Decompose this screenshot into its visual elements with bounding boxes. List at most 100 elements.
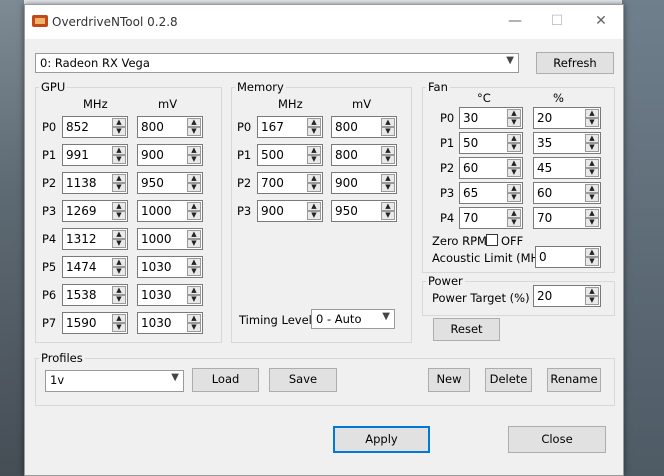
fan-percent-stepper[interactable]: 45 ▲ ▼: [533, 157, 601, 179]
fan-percent-stepper[interactable]: 35 ▲ ▼: [533, 132, 601, 154]
fan-percent-stepper[interactable]: 70 ▲ ▼: [533, 207, 601, 229]
spin-up-icon[interactable]: ▲: [187, 314, 201, 323]
gpu-mhz-stepper[interactable]: 991 ▲ ▼: [62, 144, 128, 166]
memory-mv-stepper[interactable]: 800 ▲ ▼: [331, 116, 397, 138]
gpu-mhz-stepper[interactable]: 852 ▲ ▼: [62, 116, 128, 138]
spin-down-icon[interactable]: ▼: [307, 183, 321, 192]
fan-temp-stepper[interactable]: 60 ▲ ▼: [459, 157, 523, 179]
gpu-mhz-stepper[interactable]: 1138 ▲ ▼: [62, 172, 128, 194]
spin-up-icon[interactable]: ▲: [307, 202, 321, 211]
gpu-mv-stepper[interactable]: 1000 ▲ ▼: [137, 228, 203, 250]
spin-up-icon[interactable]: ▲: [112, 286, 126, 295]
spin-up-icon[interactable]: ▲: [112, 202, 126, 211]
fan-temp-stepper[interactable]: 65 ▲ ▼: [459, 182, 523, 204]
power-target-stepper[interactable]: 20 ▲ ▼: [533, 285, 601, 307]
spin-up-icon[interactable]: ▲: [381, 202, 395, 211]
memory-mv-stepper[interactable]: 900 ▲ ▼: [331, 172, 397, 194]
gpu-mv-stepper[interactable]: 1000 ▲ ▼: [137, 200, 203, 222]
memory-mhz-stepper[interactable]: 500 ▲ ▼: [257, 144, 323, 166]
spin-up-icon[interactable]: ▲: [187, 202, 201, 211]
spin-up-icon[interactable]: ▲: [112, 230, 126, 239]
apply-button[interactable]: Apply: [333, 426, 430, 453]
spin-down-icon[interactable]: ▼: [187, 295, 201, 304]
device-select[interactable]: 0: Radeon RX Vega ▼: [35, 53, 519, 73]
spin-down-icon[interactable]: ▼: [187, 323, 201, 332]
gpu-mv-stepper[interactable]: 900 ▲ ▼: [137, 144, 203, 166]
spin-up-icon[interactable]: ▲: [187, 118, 201, 127]
spin-down-icon[interactable]: ▼: [187, 267, 201, 276]
spin-up-icon[interactable]: ▲: [507, 184, 521, 193]
spin-up-icon[interactable]: ▲: [112, 118, 126, 127]
spin-down-icon[interactable]: ▼: [507, 118, 521, 127]
spin-down-icon[interactable]: ▼: [381, 183, 395, 192]
close-button[interactable]: Close: [508, 426, 606, 453]
memory-mv-stepper[interactable]: 800 ▲ ▼: [331, 144, 397, 166]
spin-down-icon[interactable]: ▼: [187, 155, 201, 164]
spin-down-icon[interactable]: ▼: [585, 296, 599, 305]
spin-up-icon[interactable]: ▲: [307, 174, 321, 183]
memory-mhz-stepper[interactable]: 900 ▲ ▼: [257, 200, 323, 222]
spin-up-icon[interactable]: ▲: [507, 159, 521, 168]
spin-up-icon[interactable]: ▲: [187, 286, 201, 295]
spin-down-icon[interactable]: ▼: [112, 183, 126, 192]
spin-up-icon[interactable]: ▲: [507, 209, 521, 218]
spin-down-icon[interactable]: ▼: [112, 155, 126, 164]
spin-up-icon[interactable]: ▲: [507, 109, 521, 118]
gpu-mhz-stepper[interactable]: 1590 ▲ ▼: [62, 312, 128, 334]
spin-up-icon[interactable]: ▲: [112, 174, 126, 183]
spin-up-icon[interactable]: ▲: [187, 174, 201, 183]
gpu-mv-stepper[interactable]: 1030 ▲ ▼: [137, 312, 203, 334]
spin-down-icon[interactable]: ▼: [307, 211, 321, 220]
rename-profile-button[interactable]: Rename: [547, 368, 601, 392]
save-profile-button[interactable]: Save: [269, 368, 337, 392]
memory-mhz-stepper[interactable]: 167 ▲ ▼: [257, 116, 323, 138]
spin-up-icon[interactable]: ▲: [585, 109, 599, 118]
spin-down-icon[interactable]: ▼: [507, 143, 521, 152]
spin-up-icon[interactable]: ▲: [381, 146, 395, 155]
gpu-mv-stepper[interactable]: 800 ▲ ▼: [137, 116, 203, 138]
acoustic-limit-stepper[interactable]: 0 ▲ ▼: [535, 246, 601, 268]
gpu-mhz-stepper[interactable]: 1474 ▲ ▼: [62, 256, 128, 278]
spin-down-icon[interactable]: ▼: [187, 127, 201, 136]
spin-down-icon[interactable]: ▼: [112, 323, 126, 332]
spin-down-icon[interactable]: ▼: [187, 239, 201, 248]
spin-down-icon[interactable]: ▼: [112, 127, 126, 136]
spin-down-icon[interactable]: ▼: [307, 127, 321, 136]
maximize-button[interactable]: ☐: [547, 13, 567, 31]
spin-down-icon[interactable]: ▼: [307, 155, 321, 164]
spin-down-icon[interactable]: ▼: [112, 211, 126, 220]
profile-select[interactable]: 1v ▼: [45, 370, 184, 392]
fan-temp-stepper[interactable]: 30 ▲ ▼: [459, 107, 523, 129]
spin-down-icon[interactable]: ▼: [112, 239, 126, 248]
spin-up-icon[interactable]: ▲: [585, 159, 599, 168]
fan-percent-stepper[interactable]: 20 ▲ ▼: [533, 107, 601, 129]
minimize-button[interactable]: —: [505, 13, 525, 31]
spin-down-icon[interactable]: ▼: [187, 183, 201, 192]
memory-mv-stepper[interactable]: 950 ▲ ▼: [331, 200, 397, 222]
reset-button[interactable]: Reset: [433, 318, 500, 341]
spin-up-icon[interactable]: ▲: [381, 174, 395, 183]
timing-level-select[interactable]: 0 - Auto ▼: [311, 309, 395, 329]
gpu-mhz-stepper[interactable]: 1312 ▲ ▼: [62, 228, 128, 250]
spin-up-icon[interactable]: ▲: [112, 314, 126, 323]
gpu-mv-stepper[interactable]: 1030 ▲ ▼: [137, 256, 203, 278]
spin-down-icon[interactable]: ▼: [507, 193, 521, 202]
spin-up-icon[interactable]: ▲: [585, 134, 599, 143]
spin-up-icon[interactable]: ▲: [187, 258, 201, 267]
spin-up-icon[interactable]: ▲: [187, 146, 201, 155]
gpu-mhz-stepper[interactable]: 1269 ▲ ▼: [62, 200, 128, 222]
spin-down-icon[interactable]: ▼: [187, 211, 201, 220]
spin-down-icon[interactable]: ▼: [381, 211, 395, 220]
spin-down-icon[interactable]: ▼: [585, 257, 599, 266]
close-window-button[interactable]: ✕: [591, 13, 611, 31]
spin-up-icon[interactable]: ▲: [112, 258, 126, 267]
spin-down-icon[interactable]: ▼: [585, 168, 599, 177]
spin-up-icon[interactable]: ▲: [307, 146, 321, 155]
gpu-mhz-stepper[interactable]: 1538 ▲ ▼: [62, 284, 128, 306]
zero-rpm-checkbox[interactable]: [486, 234, 498, 246]
spin-up-icon[interactable]: ▲: [307, 118, 321, 127]
delete-profile-button[interactable]: Delete: [485, 368, 532, 392]
spin-up-icon[interactable]: ▲: [585, 209, 599, 218]
spin-down-icon[interactable]: ▼: [112, 295, 126, 304]
spin-up-icon[interactable]: ▲: [507, 134, 521, 143]
